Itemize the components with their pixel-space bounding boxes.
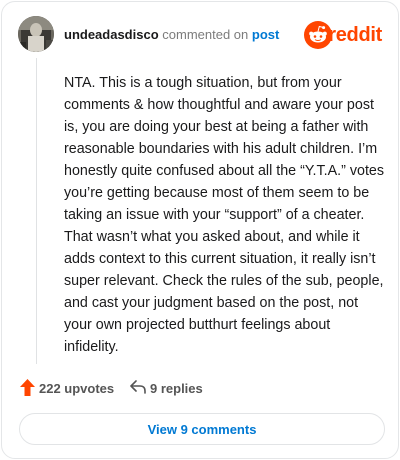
upvote-arrow-icon <box>20 379 35 396</box>
thread-line <box>36 58 37 364</box>
comment-actions: 222 upvotes 9 replies <box>20 378 382 398</box>
reply-count: 9 replies <box>150 381 203 396</box>
upvote-count: 222 upvotes <box>39 381 115 396</box>
commented-on-label: commented on <box>162 27 249 42</box>
comment-meta: undeadasdisco commented on post <box>64 27 279 42</box>
comment-header: undeadasdisco commented on post reddit <box>18 16 382 56</box>
reddit-logo[interactable]: reddit <box>304 20 382 50</box>
username-link[interactable]: undeadasdisco <box>64 27 159 42</box>
post-link[interactable]: post <box>252 27 279 42</box>
user-avatar[interactable] <box>18 16 54 52</box>
avatar-image <box>18 16 54 52</box>
reddit-wordmark: reddit <box>328 24 382 46</box>
view-comments-button[interactable]: View 9 comments <box>19 413 385 445</box>
comment-card: undeadasdisco commented on post reddit N… <box>1 1 399 459</box>
reply-arrow-icon <box>130 380 146 394</box>
comment-text: NTA. This is a tough situation, but from… <box>64 75 385 355</box>
